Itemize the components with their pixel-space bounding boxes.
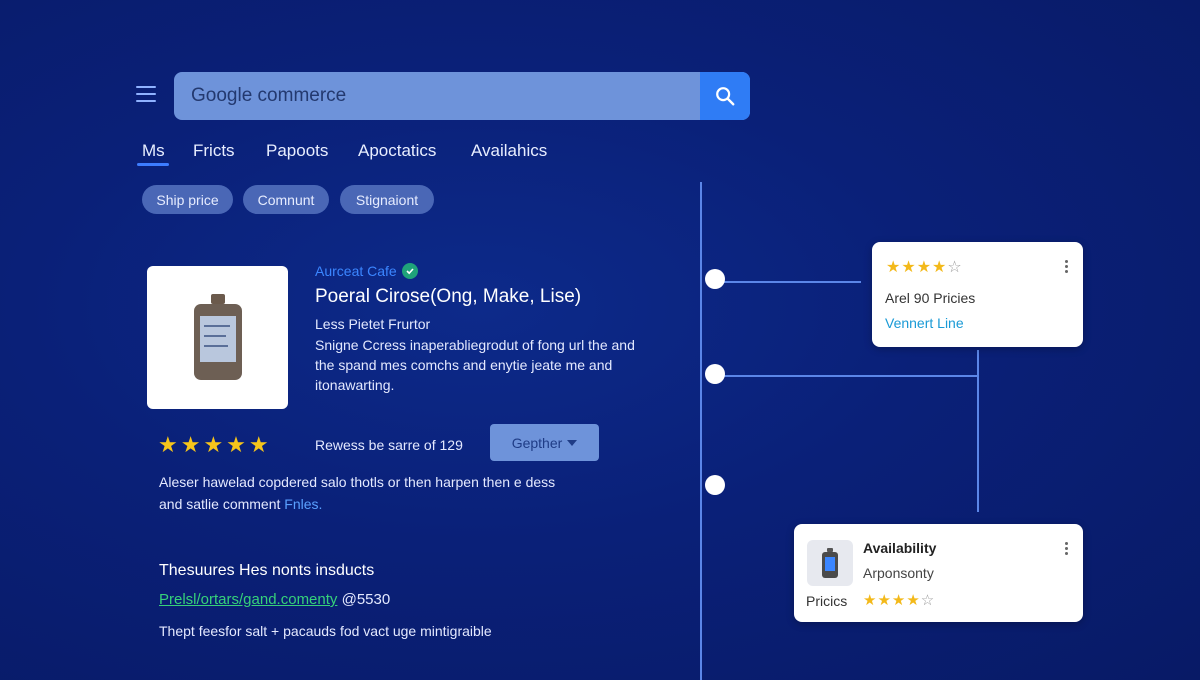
- card-price-label: Pricics: [806, 593, 848, 609]
- timeline-line: [700, 182, 702, 680]
- caret-down-icon: [567, 439, 578, 446]
- product-title: Poeral Cirose(Ong, Make, Lise): [315, 286, 582, 307]
- tab-availahics[interactable]: Availahics: [471, 141, 547, 161]
- bottle-icon: [193, 293, 242, 380]
- card-subtitle: Arponsonty: [863, 565, 934, 581]
- connector-line-1: [714, 281, 861, 283]
- card-rating-stars: ★★★★☆: [863, 592, 936, 609]
- tab-ms[interactable]: Ms: [142, 141, 165, 161]
- dropdown-label: Gepther: [511, 434, 563, 451]
- search-input[interactable]: [174, 72, 700, 120]
- connector-line-vertical: [977, 350, 979, 512]
- search-icon: [716, 87, 735, 106]
- card-link[interactable]: Vennert Line: [885, 315, 964, 331]
- product-thumbnail: [807, 540, 853, 586]
- rating-card[interactable]: ★★★★☆ Arel 90 Pricies Vennert Line: [872, 242, 1083, 347]
- reviews-count: Rewess be sarre of 129: [315, 437, 463, 453]
- verified-check-icon: [401, 263, 418, 279]
- timeline-node-3[interactable]: [705, 475, 725, 495]
- seller-link[interactable]: Aurceat Cafe: [315, 263, 418, 279]
- search-bar: [174, 72, 750, 120]
- url-suffix: @5530: [341, 591, 391, 608]
- chip-stignaiont[interactable]: Stignaiont: [340, 185, 434, 214]
- body-text-content: Aleser hawelad copdered salo thotls or t…: [159, 474, 556, 512]
- product-url-link[interactable]: Prelsl/ortars/gand.comenty: [159, 591, 337, 608]
- hamburger-menu-icon[interactable]: [136, 86, 156, 102]
- product-image[interactable]: [147, 266, 288, 409]
- tab-papoots[interactable]: Papoots: [266, 141, 328, 161]
- availability-card[interactable]: Availability Arponsonty Pricics ★★★★☆: [794, 524, 1083, 622]
- timeline-node-1[interactable]: [705, 269, 725, 289]
- tab-fricts[interactable]: Fricts: [193, 141, 235, 161]
- card-title: Availability: [863, 540, 937, 556]
- more-options-icon[interactable]: [1065, 542, 1069, 557]
- section-heading: Thesuures Hes nonts insducts: [159, 562, 375, 579]
- footer-text: Thept feesfor salt + pacauds fod vact ug…: [159, 623, 492, 639]
- product-description: Snigne Ccress inaperabliegrodut of fong …: [315, 337, 635, 393]
- connector-line-2: [714, 375, 978, 377]
- tab-apoctatics[interactable]: Apoctatics: [358, 141, 436, 161]
- more-options-icon[interactable]: [1065, 260, 1069, 275]
- search-button[interactable]: [700, 72, 750, 120]
- body-link[interactable]: Fnles.: [284, 496, 322, 512]
- gepther-dropdown[interactable]: Gepther: [490, 424, 599, 461]
- bottle-icon: [822, 548, 838, 578]
- seller-name: Aurceat Cafe: [315, 263, 397, 279]
- url-line: Prelsl/ortars/gand.comenty @5530: [159, 591, 390, 608]
- product-body-text: Aleser hawelad copdered salo thotls or t…: [159, 471, 579, 515]
- card-price-text: Arel 90 Pricies: [885, 290, 976, 306]
- timeline-node-2[interactable]: [705, 364, 725, 384]
- card-rating-stars: ★★★★☆: [886, 259, 963, 276]
- rating-stars: ★★★★★: [158, 432, 272, 457]
- chip-ship-price[interactable]: Ship price: [142, 185, 233, 214]
- product-subtitle: Less Pietet Frurtor: [315, 316, 431, 332]
- active-tab-indicator: [137, 163, 169, 166]
- chip-comnunt[interactable]: Comnunt: [243, 185, 329, 214]
